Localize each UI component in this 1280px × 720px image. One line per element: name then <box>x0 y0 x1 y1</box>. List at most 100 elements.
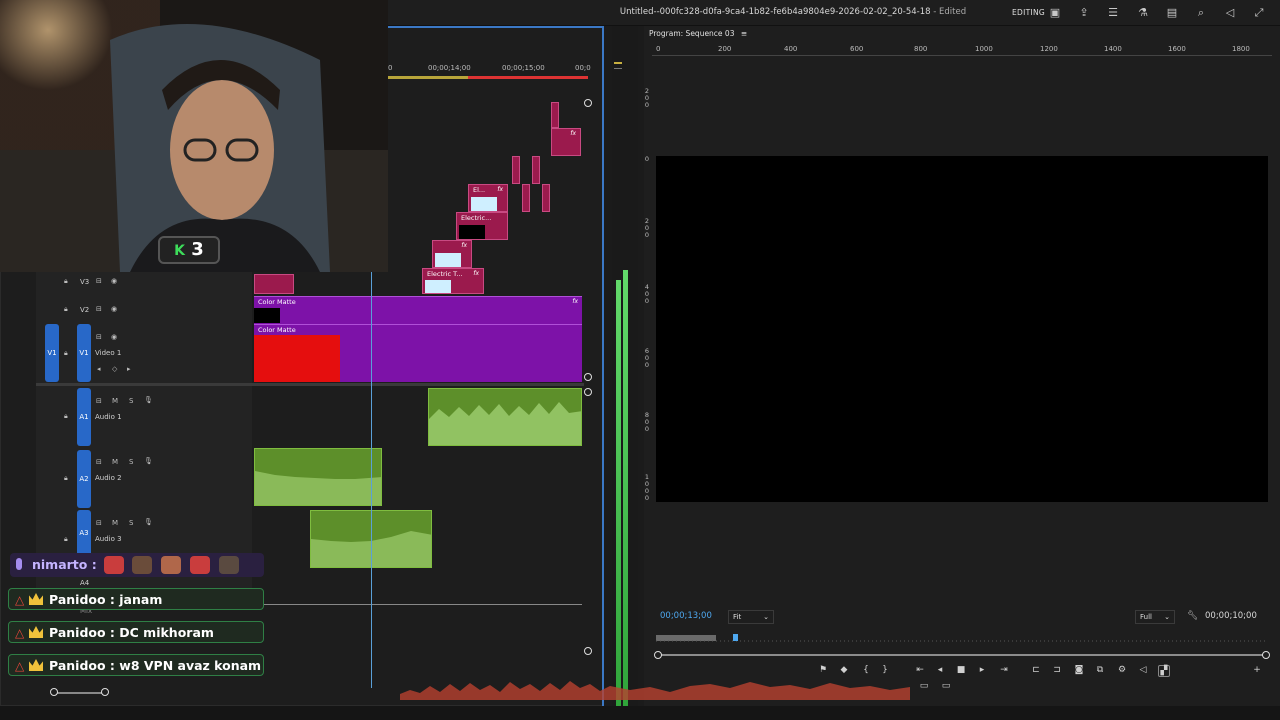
solo-button[interactable]: S <box>129 397 133 405</box>
go-to-in-icon[interactable]: ⇤ <box>914 665 926 675</box>
search-icon[interactable]: ⌕ <box>1194 6 1208 20</box>
hscroll-start-knob[interactable] <box>50 688 58 696</box>
clip-magenta[interactable]: fx <box>432 240 472 268</box>
scroll-knob-icon[interactable] <box>584 388 592 396</box>
overlay-icon[interactable]: ▭ <box>940 681 952 691</box>
lock-icon[interactable]: 🔒︎ <box>64 349 68 358</box>
keyframe-icon[interactable]: ◇ <box>112 365 117 373</box>
zoom-start-knob[interactable] <box>654 651 662 659</box>
solo-button[interactable]: S <box>129 519 133 527</box>
mark-in-icon[interactable]: { <box>860 665 872 675</box>
zoom-end-knob[interactable] <box>1262 651 1270 659</box>
track-target-a1[interactable]: A1 <box>77 388 91 446</box>
timeline-ruler[interactable] <box>388 28 588 82</box>
lift-icon[interactable]: ⊏ <box>1030 665 1042 675</box>
track-target-a3[interactable]: A3 <box>77 510 91 556</box>
hscroll-end-knob[interactable] <box>101 688 109 696</box>
video-audio-divider[interactable] <box>36 383 584 386</box>
toggle-sync-icon[interactable]: ⊟ <box>96 277 102 285</box>
clip-magenta[interactable] <box>542 184 550 212</box>
camera-icon[interactable]: ◙ <box>1073 665 1085 675</box>
zoom-scrollbar[interactable] <box>658 654 1266 656</box>
go-to-out-icon[interactable]: ⇥ <box>998 665 1010 675</box>
clip-magenta[interactable] <box>254 274 294 294</box>
wrench-icon[interactable]: 🔧︎ <box>1187 611 1198 621</box>
status-bar <box>0 706 1280 720</box>
program-video-frame[interactable] <box>656 156 1268 502</box>
track-target-v1[interactable]: V1 <box>77 324 91 382</box>
flask-icon[interactable]: ⚗ <box>1136 6 1150 20</box>
compare-icon[interactable]: ⧉ <box>1094 665 1106 675</box>
mute-button[interactable]: M <box>112 397 118 405</box>
step-back-icon[interactable]: ◂ <box>934 665 946 675</box>
program-scrubber[interactable] <box>656 630 1268 642</box>
fullscreen-icon[interactable]: ⤢ <box>1252 6 1266 20</box>
zoom-fit-select[interactable]: Fit ⌄ <box>728 610 774 624</box>
audio-icon[interactable]: ◁ <box>1137 665 1149 675</box>
solo-button[interactable]: S <box>129 458 133 466</box>
extract-icon[interactable]: ⊐ <box>1051 665 1063 675</box>
resolution-select[interactable]: Full ⌄ <box>1135 610 1175 624</box>
toggle-sync-icon[interactable]: ⊟ <box>96 458 102 466</box>
track-target-a2[interactable]: A2 <box>77 450 91 508</box>
clip-magenta[interactable]: El... fx <box>468 184 508 212</box>
clip-magenta[interactable] <box>522 184 530 212</box>
playhead-timecode[interactable]: 00;00;13;00 <box>660 611 712 621</box>
toggle-sync-icon[interactable]: ⊟ <box>96 519 102 527</box>
lock-icon[interactable]: 🔒︎ <box>64 277 68 286</box>
chat-message-text: Panidoo : janam <box>49 592 163 607</box>
mute-button[interactable]: M <box>112 519 118 527</box>
audio-clip[interactable] <box>254 448 382 506</box>
scroll-knob-icon[interactable] <box>584 647 592 655</box>
clip-magenta[interactable]: fx <box>551 128 581 156</box>
share-icon[interactable]: ⇪ <box>1077 6 1091 20</box>
audio-clip[interactable] <box>428 388 582 446</box>
stop-icon[interactable]: ■ <box>955 665 967 675</box>
clip-color-matte-v1[interactable]: Color Matte <box>254 324 582 382</box>
toggle-icon[interactable]: ▞ <box>1158 665 1170 677</box>
add-marker-icon[interactable]: ◆ <box>838 665 850 675</box>
lock-icon[interactable]: 🔒︎ <box>64 305 68 314</box>
timeline-hscroll[interactable] <box>54 692 106 694</box>
panel-icon[interactable]: ▣ <box>1048 6 1062 20</box>
toggle-sync-icon[interactable]: ⊟ <box>96 333 102 341</box>
toggle-sync-icon[interactable]: ⊟ <box>96 397 102 405</box>
eye-icon[interactable]: ◉ <box>111 305 117 313</box>
mark-out-icon[interactable]: } <box>879 665 891 675</box>
lock-icon[interactable]: 🔒︎ <box>64 474 68 483</box>
mic-icon[interactable]: 🎙︎ <box>144 457 153 465</box>
eye-icon[interactable]: ◉ <box>111 333 117 341</box>
safe-margins-icon[interactable]: ▭ <box>918 681 930 691</box>
toggle-sync-icon[interactable]: ⊟ <box>96 305 102 313</box>
vruler-label: 4 0 0 <box>644 283 650 305</box>
panel-menu-icon[interactable]: ≡ <box>741 29 747 38</box>
timeline-playhead[interactable] <box>371 270 372 688</box>
mic-icon[interactable]: 🎙︎ <box>144 518 153 526</box>
ruler-label: 1000 <box>975 45 993 53</box>
scroll-knob-icon[interactable] <box>584 373 592 381</box>
workspace-label[interactable]: EDITING <box>1012 8 1045 17</box>
marker-icon[interactable]: ⚑ <box>817 665 829 675</box>
step-forward-icon[interactable]: ▸ <box>976 665 988 675</box>
clip-electric[interactable]: Electric T... fx <box>422 268 484 294</box>
clip-magenta[interactable]: Electric... <box>456 212 508 240</box>
volume-icon[interactable]: ◁ <box>1223 6 1237 20</box>
next-keyframe-icon[interactable]: ▸ <box>127 365 131 373</box>
source-patch-v1[interactable]: V1 <box>45 324 59 382</box>
mute-button[interactable]: M <box>112 458 118 466</box>
vr-icon[interactable]: ⚙ <box>1116 665 1128 675</box>
mic-icon[interactable]: 🎙︎ <box>144 396 153 404</box>
clip-color-matte-v2[interactable]: Color Matte fx <box>254 296 582 324</box>
scroll-knob-icon[interactable] <box>584 99 592 107</box>
program-monitor-title[interactable]: Program: Sequence 03 ≡ <box>649 29 747 38</box>
prev-keyframe-icon[interactable]: ◂ <box>97 365 101 373</box>
lock-icon[interactable]: 🔒︎ <box>64 535 68 544</box>
clip-magenta[interactable] <box>551 102 559 128</box>
menu-icon[interactable]: ☰ <box>1106 6 1120 20</box>
lock-icon[interactable]: 🔒︎ <box>64 412 68 421</box>
clip-magenta[interactable] <box>532 156 540 184</box>
comment-icon[interactable]: ▤ <box>1165 6 1179 20</box>
clip-magenta[interactable] <box>512 156 520 184</box>
eye-icon[interactable]: ◉ <box>111 277 117 285</box>
add-button-icon[interactable]: + <box>1251 665 1263 675</box>
